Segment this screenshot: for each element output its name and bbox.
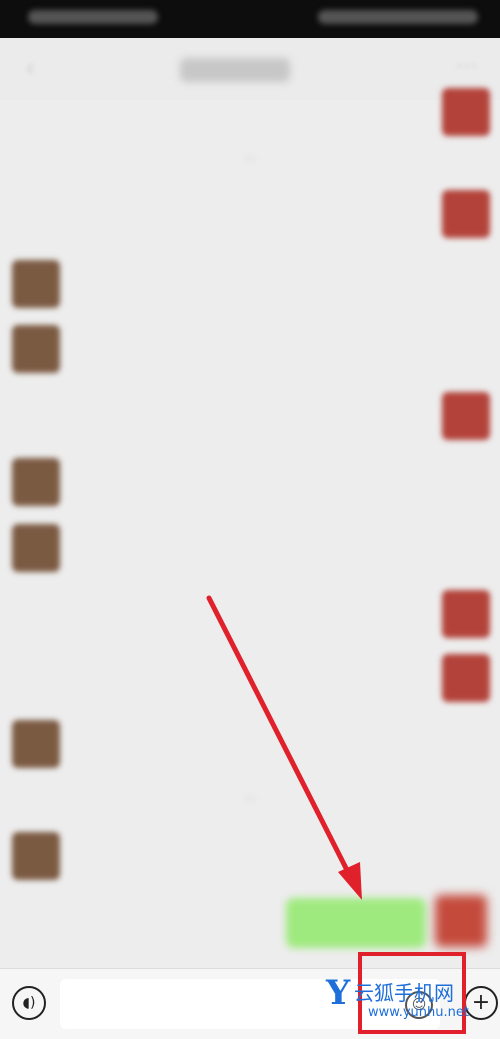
- status-bar-right: [318, 10, 478, 24]
- sent-bubble-latest[interactable]: [286, 898, 426, 948]
- timestamp: ···: [244, 152, 256, 166]
- more-icon[interactable]: ⋯: [452, 52, 482, 82]
- status-bar-left: [28, 10, 158, 24]
- contact-avatar[interactable]: [12, 325, 60, 373]
- annotation-highlight-box: [358, 952, 466, 1034]
- my-avatar[interactable]: [442, 190, 490, 238]
- my-avatar[interactable]: [442, 590, 490, 638]
- contact-avatar[interactable]: [12, 524, 60, 572]
- contact-avatar[interactable]: [12, 260, 60, 308]
- plus-icon[interactable]: +: [464, 986, 498, 1020]
- timestamp: ···: [244, 792, 256, 806]
- contact-avatar[interactable]: [12, 458, 60, 506]
- my-avatar[interactable]: [442, 654, 490, 702]
- chat-title: [180, 58, 290, 82]
- message-list: ··· ···: [0, 80, 500, 968]
- my-avatar[interactable]: [442, 392, 490, 440]
- my-avatar[interactable]: [435, 895, 487, 947]
- my-avatar[interactable]: [442, 88, 490, 136]
- voice-icon[interactable]: ◖): [12, 986, 46, 1020]
- status-bar: [0, 0, 500, 38]
- contact-avatar[interactable]: [12, 832, 60, 880]
- contact-avatar[interactable]: [12, 720, 60, 768]
